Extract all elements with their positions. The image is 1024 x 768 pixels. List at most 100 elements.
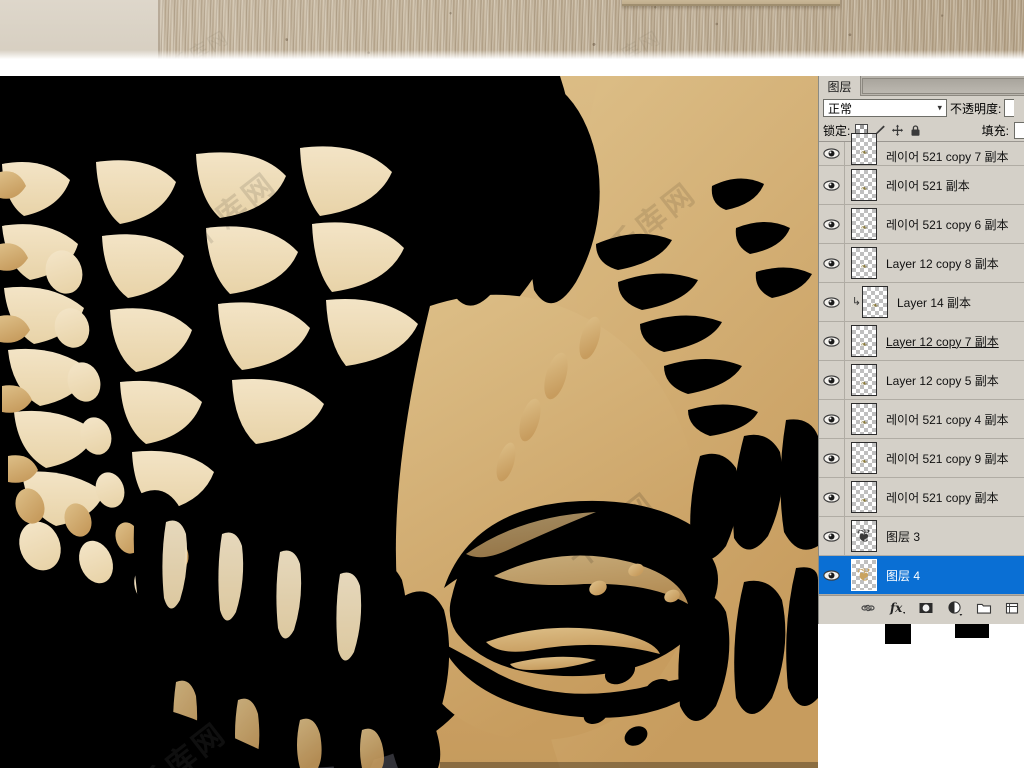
link-layers-icon[interactable] [860, 600, 876, 616]
lock-all-icon[interactable] [909, 124, 922, 137]
chevron-down-icon[interactable]: ▾ [937, 103, 942, 114]
layer-name[interactable]: 레이어 521 copy 7 副本 [886, 148, 1009, 165]
layer-row[interactable]: ❧ 레이어 521 副本 [819, 166, 1024, 205]
layer-thumbnail-wrap: ❧ [845, 247, 877, 279]
layer-name[interactable]: Layer 12 copy 7 副本 [886, 333, 999, 350]
layer-thumbnail-wrap: ❧ [845, 169, 877, 201]
layer-thumbnail[interactable]: ❧ [851, 481, 877, 513]
layer-name[interactable]: Layer 14 副本 [897, 294, 971, 311]
layer-thumbnail[interactable]: ❧ [851, 364, 877, 396]
move-lock-icon[interactable] [891, 124, 904, 137]
layer-thumbnail[interactable]: ❧ [851, 403, 877, 435]
layer-name[interactable]: 레이어 521 copy 4 副本 [886, 411, 1009, 428]
layer-thumbnail-wrap: ❧ [845, 325, 877, 357]
layer-mask-icon[interactable] [918, 600, 934, 616]
canvas-edge-artifact [885, 624, 911, 644]
thumbnail-content-mark: ❧ [860, 456, 868, 466]
photoshop-canvas[interactable]: 千库网 千库网 千库网 千库网 千库网 [0, 76, 818, 768]
layer-name[interactable]: Layer 12 copy 8 副本 [886, 255, 999, 272]
thumbnail-content-mark: ❧ [860, 147, 868, 157]
layer-thumbnail[interactable]: ❦ [851, 520, 877, 552]
layer-name[interactable]: 图层 3 [886, 528, 920, 545]
svg-text:fx: fx [889, 601, 903, 615]
new-layer-icon[interactable] [1005, 600, 1021, 616]
layer-visibility-toggle[interactable] [819, 205, 845, 243]
thumbnail-content-mark: ❧ [860, 495, 868, 505]
eye-icon [823, 569, 840, 582]
layer-row[interactable]: ❦ 图层 4 [819, 556, 1024, 595]
layer-visibility-toggle[interactable] [819, 283, 845, 321]
layer-thumbnail[interactable]: ❧ [851, 325, 877, 357]
layer-thumbnail-wrap: ❧ [845, 481, 877, 513]
adjustment-layer-icon[interactable] [947, 600, 963, 616]
layer-thumbnail[interactable]: ❧ [851, 208, 877, 240]
screenshot-root: 千库网 千库网 图层 正常 ▾ 不透明度: 锁定: 填充: ❧ 레이어 521 … [0, 0, 1024, 768]
layer-thumbnail[interactable]: ❧ [851, 247, 877, 279]
below-panel-blank [818, 624, 1024, 768]
thumbnail-artwork: ❦ [856, 526, 872, 546]
fill-input[interactable] [1014, 122, 1024, 139]
eye-icon [823, 147, 840, 160]
layer-thumbnail[interactable]: ❧ [851, 169, 877, 201]
layer-visibility-toggle[interactable] [819, 400, 845, 438]
thumbnail-content-mark: ❧ [860, 378, 868, 388]
layer-name[interactable]: 图层 4 [886, 567, 920, 584]
layer-visibility-toggle[interactable] [819, 142, 845, 165]
panel-tab-bar: 图层 [819, 76, 1024, 96]
layer-row[interactable]: ❧ Layer 12 copy 7 副本 [819, 322, 1024, 361]
fill-label: 填充: [981, 124, 1009, 138]
eye-icon [823, 452, 840, 465]
layer-row[interactable]: ❧ Layer 12 copy 5 副本 [819, 361, 1024, 400]
blend-mode-row: 正常 ▾ 不透明度: [819, 96, 1024, 120]
layer-row[interactable]: ❧ Layer 12 copy 8 副本 [819, 244, 1024, 283]
layer-row[interactable]: ❦ 图层 3 [819, 517, 1024, 556]
layer-thumbnail-wrap: ❦ [845, 520, 877, 552]
layer-visibility-toggle[interactable] [819, 517, 845, 555]
layer-visibility-toggle[interactable] [819, 166, 845, 204]
layer-visibility-toggle[interactable] [819, 244, 845, 282]
layer-visibility-toggle[interactable] [819, 439, 845, 477]
layer-list: ❧ 레이어 521 copy 7 副本 ❧ 레이어 521 副本 ❧ 레이어 521 co… [819, 133, 1024, 595]
layer-name[interactable]: 레이어 521 copy 6 副本 [886, 216, 1009, 233]
layer-thumbnail-wrap: ❧ [845, 133, 877, 165]
layer-thumbnail-wrap: ❦ [845, 559, 877, 591]
blend-mode-select[interactable]: 正常 ▾ [823, 99, 947, 117]
layer-visibility-toggle[interactable] [819, 322, 845, 360]
layer-row[interactable]: ❧ 레이어 521 copy 4 副本 [819, 400, 1024, 439]
layer-thumbnail[interactable]: ❦ [851, 559, 877, 591]
opacity-label: 不透明度: [950, 101, 1002, 116]
new-group-icon[interactable] [976, 600, 992, 616]
layer-row[interactable]: ❧ 레이어 521 copy 7 副本 [819, 133, 1024, 166]
layer-name[interactable]: 레이어 521 copy 副本 [886, 489, 999, 506]
layer-name[interactable]: 레이어 521 copy 9 副本 [886, 450, 1009, 467]
thumbnail-artwork: ❦ [856, 565, 872, 585]
layer-row[interactable]: ↳ ❧ Layer 14 副本 [819, 283, 1024, 322]
eye-icon [823, 296, 840, 309]
blend-mode-value: 正常 [828, 101, 853, 116]
layer-thumbnail-wrap: ❧ [845, 364, 877, 396]
eye-icon [823, 374, 840, 387]
thumbnail-content-mark: ❧ [860, 339, 868, 349]
layer-row[interactable]: ❧ 레이어 521 copy 9 副本 [819, 439, 1024, 478]
layer-thumbnail[interactable]: ❧ [851, 133, 877, 165]
tab-layers[interactable]: 图层 [819, 76, 861, 96]
layer-row[interactable]: ❧ 레이어 521 copy 6 副本 [819, 205, 1024, 244]
layers-panel-footer: fx [819, 595, 1024, 619]
layer-row[interactable]: ❧ 레이어 521 copy 副本 [819, 478, 1024, 517]
layer-name[interactable]: Layer 12 copy 5 副本 [886, 372, 999, 389]
layer-thumbnail[interactable]: ❧ [862, 286, 888, 318]
opacity-input[interactable] [1004, 99, 1015, 117]
layer-style-fx-icon[interactable]: fx [889, 600, 906, 616]
thumbnail-content-mark: ❧ [860, 261, 868, 271]
layer-thumbnail-wrap: ↳ ❧ [845, 286, 888, 318]
layer-visibility-toggle[interactable] [819, 361, 845, 399]
layer-visibility-toggle[interactable] [819, 478, 845, 516]
layer-thumbnail-wrap: ❧ [845, 208, 877, 240]
layer-visibility-toggle[interactable] [819, 556, 845, 594]
eye-icon [823, 491, 840, 504]
reference-photo-strip: 千库网 千库网 [0, 0, 1024, 60]
layer-name[interactable]: 레이어 521 副本 [886, 177, 970, 194]
furniture-leg [622, 0, 840, 6]
eye-icon [823, 413, 840, 426]
layer-thumbnail[interactable]: ❧ [851, 442, 877, 474]
